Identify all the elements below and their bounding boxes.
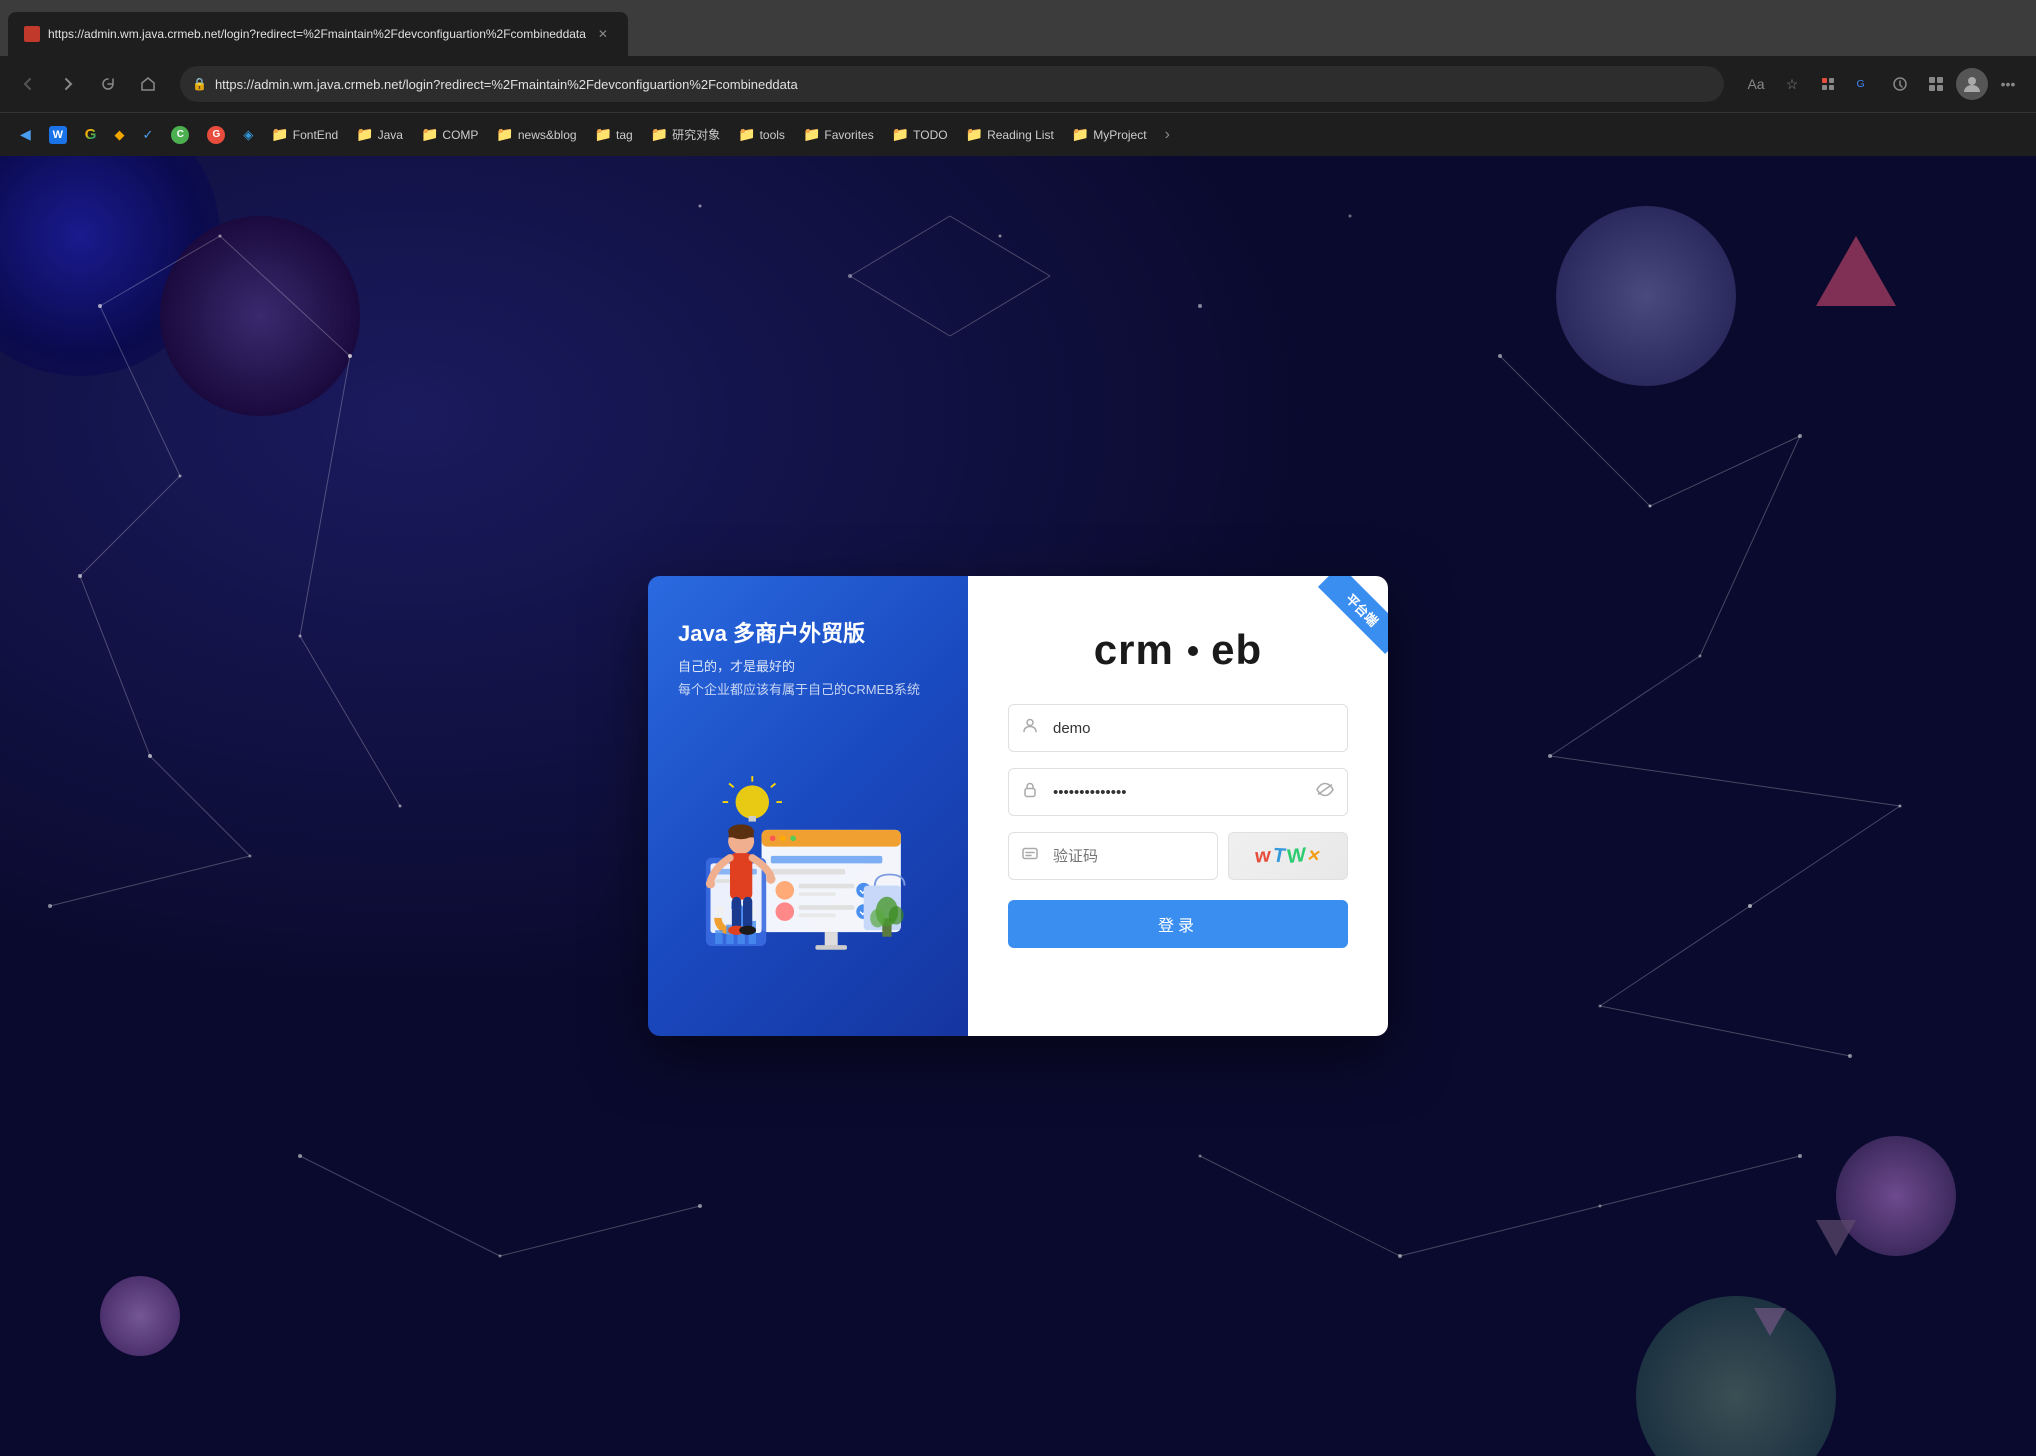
bookmark-label: 研究对象 <box>672 126 720 143</box>
corner-ribbon: 平台端 <box>1288 576 1388 676</box>
bookmark-item-favorites[interactable]: 📁 Favorites <box>795 122 882 147</box>
login-title: Java 多商户外贸版 <box>678 616 938 648</box>
captcha-icon <box>1022 846 1038 867</box>
tab-favicon <box>24 26 40 42</box>
folder-icon: 📁 <box>966 126 983 143</box>
brand-logo: crm eb <box>1094 626 1262 674</box>
bookmark-item-myproject[interactable]: 📁 MyProject <box>1064 122 1155 147</box>
bookmark-label: TODO <box>913 128 947 142</box>
login-button[interactable]: 登录 <box>1008 900 1348 948</box>
username-group <box>1008 704 1348 752</box>
captcha-group: wTW× <box>1008 832 1348 880</box>
brand-text: crm eb <box>1094 626 1262 673</box>
bookmark-label: COMP <box>442 128 478 142</box>
login-left-panel: Java 多商户外贸版 自己的，才是最好的 每个企业都应该有属于自己的CRMEB… <box>648 576 968 1036</box>
captcha-display: wTW× <box>1253 845 1323 868</box>
folder-icon: 📁 <box>803 126 820 143</box>
folder-icon: 📁 <box>738 126 755 143</box>
more-options-button[interactable]: ••• <box>1992 68 2024 100</box>
back-button[interactable] <box>12 68 44 100</box>
folder-icon: 📁 <box>496 126 513 143</box>
password-input[interactable] <box>1008 768 1348 816</box>
brand-dot <box>1188 646 1198 656</box>
login-illustration <box>678 718 938 996</box>
extensions-button[interactable] <box>1812 68 1844 100</box>
bookmark-label: tools <box>760 128 785 142</box>
favorites-button[interactable]: ☆ <box>1776 68 1808 100</box>
ribbon-text: 平台端 <box>1318 576 1388 654</box>
update-button[interactable] <box>1884 68 1916 100</box>
bookmark-item-readinglist[interactable]: 📁 Reading List <box>958 122 1062 147</box>
login-subtitle: 自己的，才是最好的 <box>678 656 938 675</box>
bookmark-item-hao[interactable]: ◆ <box>106 123 132 147</box>
captcha-input[interactable] <box>1008 832 1218 880</box>
bookmarks-more-button[interactable]: › <box>1157 122 1178 148</box>
reader-mode-button[interactable]: Aa <box>1740 68 1772 100</box>
bookmark-item-todo[interactable]: 📁 TODO <box>884 122 956 147</box>
nav-bar: 🔒 https://admin.wm.java.crmeb.net/login?… <box>0 56 2036 112</box>
user-icon <box>1022 718 1038 739</box>
bookmark-item-tools[interactable]: 📁 tools <box>730 122 793 147</box>
login-desc: 每个企业都应该有属于自己的CRMEB系统 <box>678 679 938 698</box>
bookmark-item-arrow[interactable]: ◀ <box>12 122 39 147</box>
bookmark-item-g[interactable]: G <box>77 122 105 147</box>
bookmark-item-c[interactable]: C <box>163 122 197 148</box>
bookmark-item-check[interactable]: ✓ <box>134 123 161 147</box>
tab-title: https://admin.wm.java.crmeb.net/login?re… <box>48 27 586 41</box>
username-input[interactable] <box>1008 704 1348 752</box>
login-dialog: Java 多商户外贸版 自己的，才是最好的 每个企业都应该有属于自己的CRMEB… <box>648 576 1388 1036</box>
bookmark-item-java[interactable]: 📁 Java <box>348 122 411 147</box>
reload-button[interactable] <box>92 68 124 100</box>
address-bar[interactable]: 🔒 https://admin.wm.java.crmeb.net/login?… <box>180 66 1724 102</box>
page-content: Java 多商户外贸版 自己的，才是最好的 每个企业都应该有属于自己的CRMEB… <box>0 156 2036 1456</box>
folder-icon: 📁 <box>271 126 288 143</box>
folder-icon: 📁 <box>1072 126 1089 143</box>
bookmark-label: FontEnd <box>293 128 338 142</box>
address-text: https://admin.wm.java.crmeb.net/login?re… <box>215 77 1712 92</box>
bookmark-item-fontend[interactable]: 📁 FontEnd <box>263 122 346 147</box>
folder-icon: 📁 <box>892 126 909 143</box>
forward-button[interactable] <box>52 68 84 100</box>
bookmark-item-research[interactable]: 📁 研究对象 <box>643 122 728 147</box>
password-group <box>1008 768 1348 816</box>
bookmark-item-tag[interactable]: 📁 tag <box>587 122 641 147</box>
login-right-panel: 平台端 crm eb <box>968 576 1388 1036</box>
bookmark-label: Favorites <box>824 128 873 142</box>
bookmark-label: Reading List <box>987 128 1054 142</box>
bookmark-item-n[interactable]: ◈ <box>235 123 261 147</box>
svg-text:G: G <box>1857 78 1865 90</box>
tab-close-button[interactable]: ✕ <box>594 25 612 43</box>
folder-icon: 📁 <box>356 126 373 143</box>
bookmark-label: Java <box>378 128 403 142</box>
tab-bar: https://admin.wm.java.crmeb.net/login?re… <box>0 0 2036 56</box>
bookmark-item-comp[interactable]: 📁 COMP <box>413 122 486 147</box>
bookmark-label: news&blog <box>518 128 577 142</box>
active-tab[interactable]: https://admin.wm.java.crmeb.net/login?re… <box>8 12 628 56</box>
profile-button[interactable] <box>1920 68 1952 100</box>
browser-chrome: https://admin.wm.java.crmeb.net/login?re… <box>0 0 2036 156</box>
lock-field-icon <box>1022 782 1038 803</box>
captcha-image[interactable]: wTW× <box>1228 832 1348 880</box>
captcha-input-wrap <box>1008 832 1218 880</box>
nav-actions: Aa ☆ G ••• <box>1740 68 2024 100</box>
password-toggle-button[interactable] <box>1316 783 1334 802</box>
folder-icon: 📁 <box>651 126 668 143</box>
bookmark-item-newsblog[interactable]: 📁 news&blog <box>488 122 584 147</box>
bookmark-item-g2[interactable]: G <box>199 122 233 148</box>
folder-icon: 📁 <box>421 126 438 143</box>
translate-button[interactable]: G <box>1848 68 1880 100</box>
home-button[interactable] <box>132 68 164 100</box>
bookmark-label: MyProject <box>1093 128 1146 142</box>
lock-icon: 🔒 <box>192 77 207 91</box>
user-avatar[interactable] <box>1956 68 1988 100</box>
bookmark-label: tag <box>616 128 633 142</box>
bookmark-item-w[interactable]: W <box>41 122 75 148</box>
folder-icon: 📁 <box>595 126 612 143</box>
bookmarks-bar: ◀ W G ◆ ✓ C G ◈ 📁 FontEnd 📁 Java <box>0 112 2036 156</box>
